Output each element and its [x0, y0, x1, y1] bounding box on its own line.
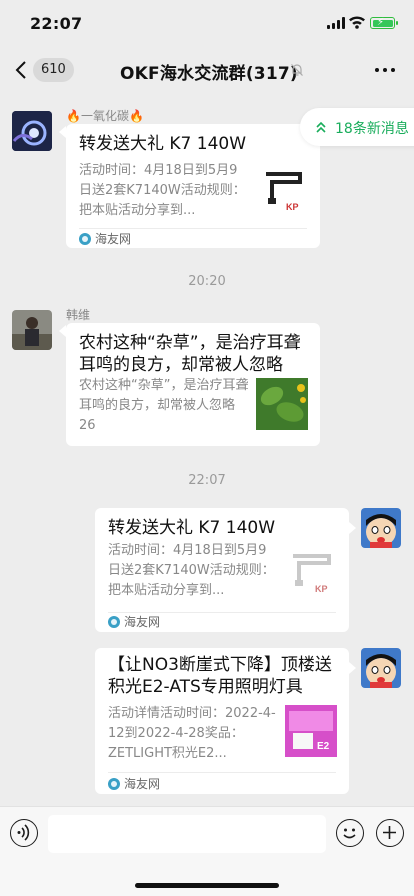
battery-icon: ⚡ — [370, 17, 398, 29]
timestamp: 20:20 — [188, 274, 226, 289]
voice-button[interactable] — [10, 819, 38, 847]
more-actions-button[interactable] — [376, 819, 404, 847]
message-input[interactable] — [48, 815, 326, 853]
card-thumbnail — [256, 378, 308, 430]
input-bar — [0, 806, 414, 896]
card-title: 转发送大礼 K7 140W — [79, 134, 247, 154]
avatar-self[interactable] — [361, 508, 401, 548]
svg-text:KP: KP — [286, 202, 299, 212]
unread-count-badge: 610 — [33, 58, 74, 82]
chat-header: 610 OKF海水交流群(317) — [0, 48, 414, 92]
source-icon — [79, 233, 91, 245]
link-card[interactable]: 【让NO3断崖式下降】顶楼送积光E2-ATS专用照明灯具 活动详情活动时间：20… — [95, 648, 349, 794]
status-bar: 22:07 ⚡ — [0, 0, 414, 48]
avatar[interactable] — [12, 111, 52, 151]
voice-icon — [17, 824, 30, 841]
status-time: 22:07 — [30, 14, 83, 33]
new-messages-button[interactable]: 18条新消息 — [300, 108, 414, 146]
signal-icon — [327, 17, 345, 29]
timestamp: 22:07 — [188, 473, 226, 488]
back-button[interactable]: 610 — [12, 57, 74, 83]
avatar-self[interactable] — [361, 648, 401, 688]
card-description: 活动详情活动时间：2022-4-12到2022-4-28奖品：ZETLIGHT积… — [108, 706, 276, 761]
card-description: 农村这种“杂草”，是治疗耳聋耳鸣的良方，却常被人忽略 26 — [79, 378, 249, 433]
chat-title: OKF海水交流群(317) — [120, 64, 298, 84]
card-thumbnail: E2 — [285, 705, 337, 757]
avatar[interactable] — [12, 310, 52, 350]
plus-icon — [383, 826, 396, 839]
card-title: 【让NO3断崖式下降】顶楼送积光E2-ATS专用照明灯具 — [108, 655, 332, 697]
smiley-icon — [343, 828, 356, 839]
source-icon — [108, 778, 120, 790]
double-chevron-up-icon — [316, 121, 326, 133]
emoji-button[interactable] — [336, 819, 364, 847]
card-description: 活动时间：4月18日到5月9日送2套K7140W活动规则：把本贴活动分享到... — [108, 543, 275, 598]
link-card[interactable]: 转发送大礼 K7 140W 活动时间：4月18日到5月9日送2套K7140W活动… — [66, 124, 320, 248]
home-indicator — [135, 883, 279, 888]
mute-bell-icon — [291, 64, 303, 76]
card-title: 转发送大礼 K7 140W — [108, 518, 276, 538]
card-description: 活动时间：4月18日到5月9日送2套K7140W活动规则：把本贴活动分享到... — [79, 163, 246, 218]
link-card[interactable]: 转发送大礼 K7 140W 活动时间：4月18日到5月9日送2套K7140W活动… — [95, 508, 349, 632]
svg-text:KP: KP — [315, 584, 328, 594]
sender-name: 韩维 — [66, 308, 91, 322]
more-options-icon[interactable] — [375, 68, 395, 73]
svg-text:E2: E2 — [317, 741, 330, 752]
wifi-icon — [349, 16, 365, 29]
card-thumbnail: KP — [285, 548, 337, 600]
source-icon — [108, 616, 120, 628]
sender-name: 🔥一氧化碳🔥 — [66, 109, 144, 123]
chevron-left-icon — [15, 61, 26, 79]
card-thumbnail: KP — [256, 166, 308, 218]
card-title: 农村这种“杂草”，是治疗耳聋耳鸣的良方，却常被人忽略 — [79, 333, 301, 375]
link-card[interactable]: 农村这种“杂草”，是治疗耳聋耳鸣的良方，却常被人忽略 农村这种“杂草”，是治疗耳… — [66, 323, 320, 446]
